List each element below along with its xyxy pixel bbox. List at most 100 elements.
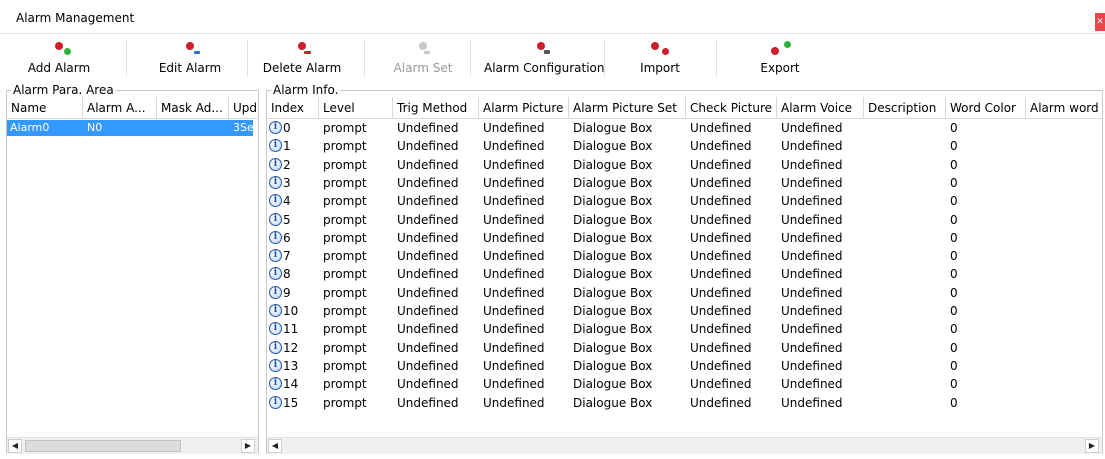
table-row[interactable]: i 13 prompt Undefined Undefined Dialogue Box U… xyxy=(267,358,1102,374)
toolbar-separator xyxy=(716,40,717,76)
table-row[interactable]: i 11 prompt Undefined Undefined Dialogue Box U… xyxy=(267,321,1102,337)
toolbar-separator xyxy=(604,40,605,76)
row-alarm-voice: Undefined xyxy=(781,249,843,264)
right-horizontal-scrollbar[interactable]: ◀ ▶ xyxy=(267,437,1102,454)
alarm-set-button[interactable]: Alarm Set xyxy=(384,38,462,78)
import-button[interactable]: Import xyxy=(620,38,700,78)
scroll-right-icon[interactable]: ▶ xyxy=(241,439,255,453)
col-alarm-voice[interactable]: Alarm Voice xyxy=(777,97,864,119)
row-index: 0 xyxy=(283,121,291,135)
row-alarm-picture: Undefined xyxy=(483,157,545,172)
row-alarm-picture-set: Dialogue Box xyxy=(573,358,653,373)
table-row[interactable]: i 2 prompt Undefined Undefined Dialogue Box Un… xyxy=(267,157,1102,173)
row-trig-method: Undefined xyxy=(397,175,459,190)
edit-alarm-button[interactable]: Edit Alarm xyxy=(150,38,230,78)
row-trig-method: Undefined xyxy=(397,395,459,410)
title-bar: Alarm Management ✕ xyxy=(0,0,1105,34)
row-alarm-voice: Undefined xyxy=(781,395,843,410)
row-trig-method: Undefined xyxy=(397,340,459,355)
table-row-alarm0[interactable]: Alarm0 N0 3Se xyxy=(7,120,254,136)
row-trig-method: Undefined xyxy=(397,267,459,282)
row-check-picture: Undefined xyxy=(690,377,752,392)
add-alarm-button[interactable]: Add Alarm xyxy=(22,38,96,78)
col-level[interactable]: Level xyxy=(319,97,393,119)
table-row[interactable]: i 1 prompt Undefined Undefined Dialogue Box Un… xyxy=(267,138,1102,154)
alarm-configuration-button[interactable]: Alarm Configuration xyxy=(484,38,605,78)
col-index[interactable]: Index xyxy=(267,97,319,119)
info-circle-icon: i xyxy=(269,249,282,263)
col-alarm-address[interactable]: Alarm A... xyxy=(83,97,157,119)
row-alarm-picture-set: Dialogue Box xyxy=(573,194,653,209)
scroll-left-icon[interactable]: ◀ xyxy=(268,439,282,453)
row-trig-method: Undefined xyxy=(397,121,459,135)
col-name[interactable]: Name xyxy=(7,97,83,119)
scroll-right-icon[interactable]: ▶ xyxy=(1085,439,1099,453)
row-alarm-picture-set: Dialogue Box xyxy=(573,395,653,410)
right-grid-header: Index Level Trig Method Alarm Picture Al… xyxy=(267,97,1102,119)
scroll-left-icon[interactable]: ◀ xyxy=(8,439,22,453)
alarm-set-icon xyxy=(384,38,462,58)
scroll-thumb[interactable] xyxy=(25,440,181,452)
col-trig-method[interactable]: Trig Method xyxy=(393,97,479,119)
table-row[interactable]: i 15 prompt Undefined Undefined Dialogue Box U… xyxy=(267,395,1102,411)
info-circle-icon: i xyxy=(269,139,282,153)
table-row[interactable]: i 4 prompt Undefined Undefined Dialogue Box Un… xyxy=(267,193,1102,209)
table-row[interactable]: i 8 prompt Undefined Undefined Dialogue Box Un… xyxy=(267,266,1102,282)
row-word-color: 0 xyxy=(950,304,958,318)
info-circle-icon: i xyxy=(269,358,282,372)
close-button[interactable]: ✕ xyxy=(1095,13,1105,31)
row-word-color: 0 xyxy=(950,285,958,300)
col-mask-address[interactable]: Mask Ad... xyxy=(157,97,229,119)
col-upd[interactable]: Upd xyxy=(229,97,259,119)
row-alarm-picture-set: Dialogue Box xyxy=(573,285,653,300)
col-description[interactable]: Description xyxy=(864,97,946,119)
add-alarm-label: Add Alarm xyxy=(27,61,91,75)
row-alarm-picture: Undefined xyxy=(483,395,545,410)
row-level: prompt xyxy=(323,139,367,154)
row-alarm-voice: Undefined xyxy=(781,230,843,245)
row-level: prompt xyxy=(323,157,367,172)
row-alarm-picture-set: Dialogue Box xyxy=(573,212,653,227)
col-check-picture[interactable]: Check Picture xyxy=(686,97,777,119)
window-title: Alarm Management xyxy=(16,11,135,25)
table-row[interactable]: i 6 prompt Undefined Undefined Dialogue Box Un… xyxy=(267,230,1102,246)
col-alarm-word[interactable]: Alarm word xyxy=(1026,97,1102,119)
row-alarm-picture-set: Dialogue Box xyxy=(573,340,653,355)
row-check-picture: Undefined xyxy=(690,285,752,300)
row-alarm-picture-set: Dialogue Box xyxy=(573,121,653,135)
col-word-color[interactable]: Word Color xyxy=(946,97,1026,119)
row-index: 8 xyxy=(283,267,291,282)
row-word-color: 0 xyxy=(950,212,958,227)
row-alarm-voice: Undefined xyxy=(781,139,843,154)
table-row[interactable]: i 14 prompt Undefined Undefined Dialogue Box U… xyxy=(267,376,1102,392)
export-button[interactable]: Export xyxy=(740,38,820,78)
table-row[interactable]: i 9 prompt Undefined Undefined Dialogue Box Un… xyxy=(267,285,1102,301)
row-level: prompt xyxy=(323,377,367,392)
col-alarm-picture[interactable]: Alarm Picture xyxy=(479,97,569,119)
delete-alarm-button[interactable]: Delete Alarm xyxy=(262,38,342,78)
table-row[interactable]: i 5 prompt Undefined Undefined Dialogue Box Un… xyxy=(267,212,1102,228)
table-row[interactable]: i 12 prompt Undefined Undefined Dialogue Box U… xyxy=(267,340,1102,356)
toolbar-separator xyxy=(470,40,471,76)
row-word-color: 0 xyxy=(950,340,958,355)
row-index: 11 xyxy=(283,322,299,337)
row-alarm-picture: Undefined xyxy=(483,285,545,300)
col-alarm-picture-set[interactable]: Alarm Picture Set xyxy=(569,97,686,119)
table-row[interactable]: i 7 prompt Undefined Undefined Dialogue Box Un… xyxy=(267,248,1102,264)
row-trig-method: Undefined xyxy=(397,212,459,227)
table-row[interactable]: i 0 prompt Undefined Undefined Dialogue Box Un… xyxy=(267,120,1102,136)
row-alarm-picture: Undefined xyxy=(483,322,545,337)
row-level: prompt xyxy=(323,194,367,209)
info-circle-icon: i xyxy=(269,157,282,171)
info-circle-icon: i xyxy=(269,395,282,409)
row-alarm-picture: Undefined xyxy=(483,139,545,154)
delete-alarm-icon xyxy=(262,38,342,58)
row-alarm-picture-set: Dialogue Box xyxy=(573,249,653,264)
left-horizontal-scrollbar[interactable]: ◀ ▶ xyxy=(7,437,258,454)
alarm-set-label: Alarm Set xyxy=(393,61,453,75)
table-row[interactable]: i 3 prompt Undefined Undefined Dialogue Box Un… xyxy=(267,175,1102,191)
row-alarm-picture: Undefined xyxy=(483,230,545,245)
table-row[interactable]: i 10 prompt Undefined Undefined Dialogue Box U… xyxy=(267,303,1102,319)
row-alarm-voice: Undefined xyxy=(781,377,843,392)
add-alarm-icon xyxy=(22,38,96,58)
